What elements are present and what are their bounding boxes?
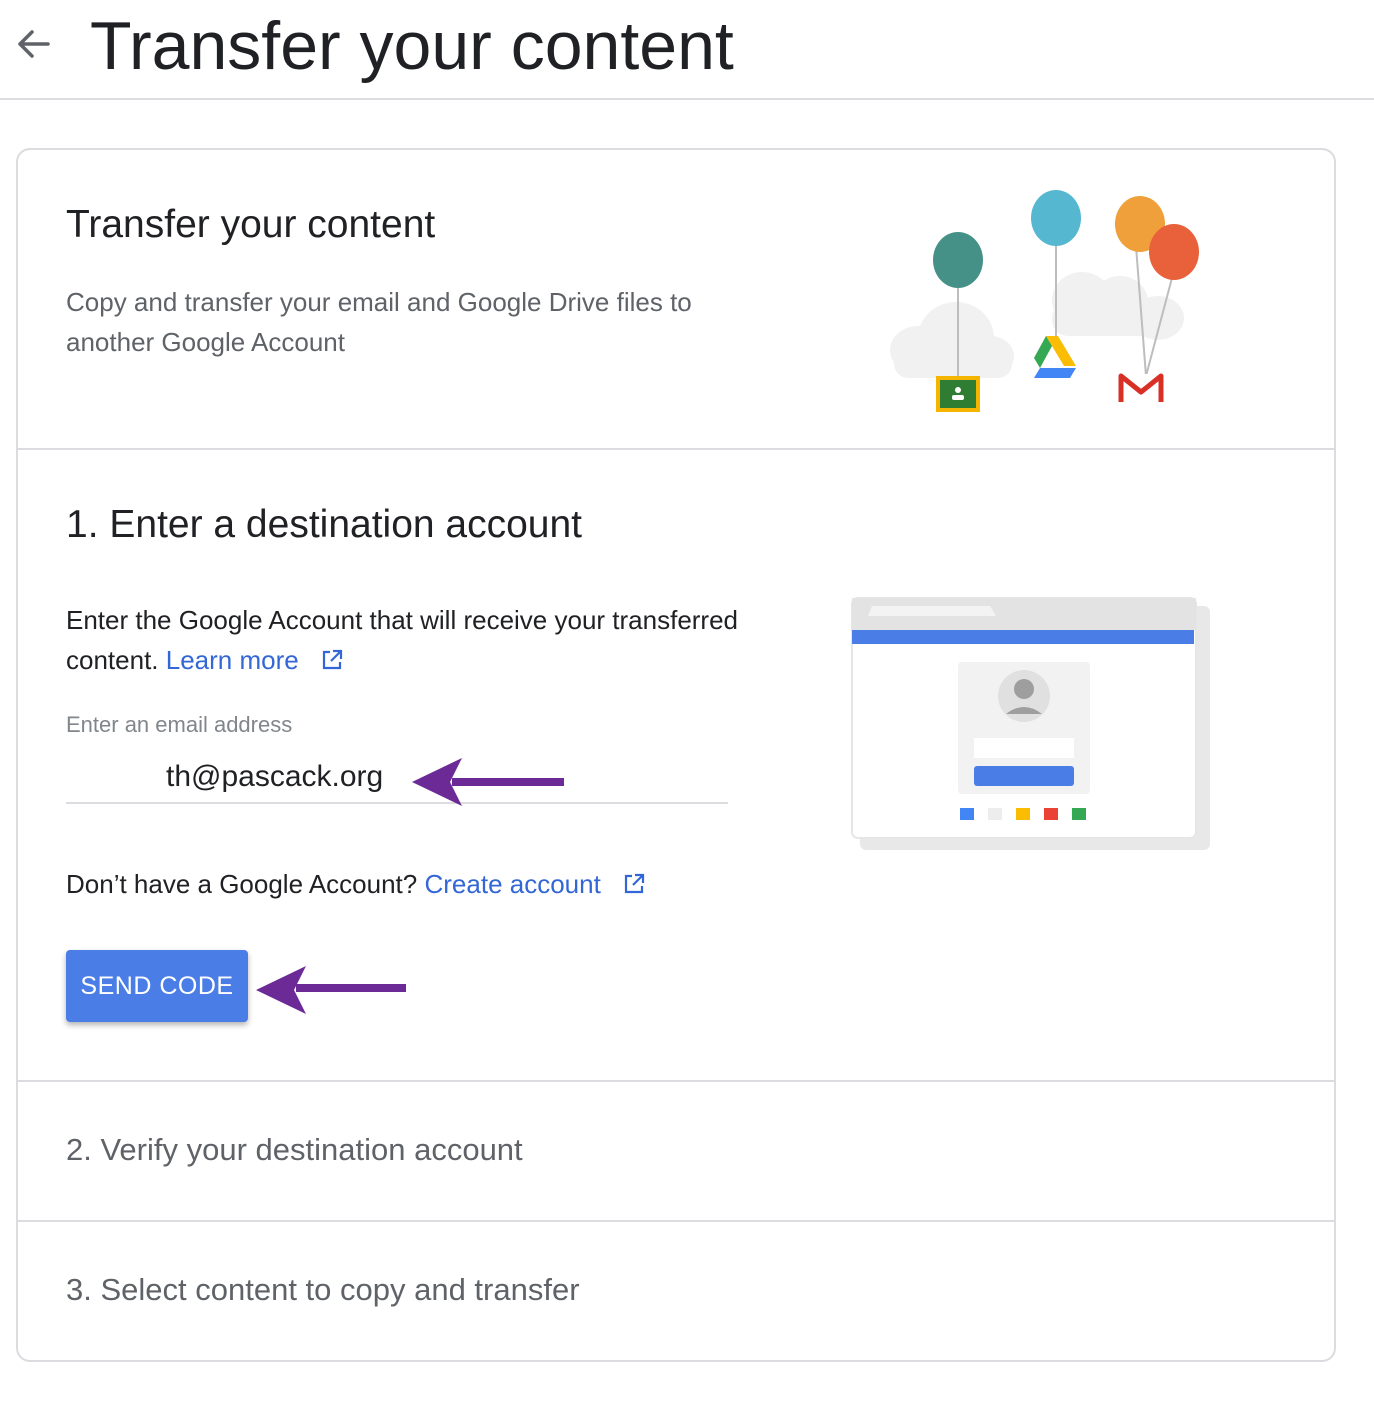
- create-account-link[interactable]: Create account: [424, 869, 600, 899]
- step3-title: 3. Select content to copy and transfer: [66, 1272, 580, 1307]
- intro-description: Copy and transfer your email and Google …: [66, 287, 692, 357]
- step1-description: Enter the Google Account that will recei…: [66, 600, 766, 680]
- annotation-arrow-icon: [256, 966, 406, 1014]
- transfer-card: Transfer your content Copy and transfer …: [16, 148, 1336, 1362]
- no-account-text: Don’t have a Google Account?: [66, 869, 418, 899]
- balloons-illustration: [890, 190, 1199, 412]
- page-title: Transfer your content: [90, 8, 734, 84]
- intro-section: Transfer your content Copy and transfer …: [18, 150, 1334, 450]
- open-in-new-icon[interactable]: [622, 872, 646, 896]
- step1-title: 1. Enter a destination account: [66, 503, 583, 546]
- account-browser-illustration: [851, 597, 1210, 850]
- learn-more-link[interactable]: Learn more: [166, 645, 299, 675]
- intro-title: Transfer your content: [66, 203, 436, 246]
- open-in-new-icon[interactable]: [320, 648, 344, 672]
- send-code-button[interactable]: SEND CODE: [66, 950, 248, 1022]
- step3-section[interactable]: 3. Select content to copy and transfer: [18, 1222, 1334, 1360]
- step2-title: 2. Verify your destination account: [66, 1132, 523, 1167]
- email-field[interactable]: [66, 752, 728, 804]
- step2-section[interactable]: 2. Verify your destination account: [18, 1082, 1334, 1222]
- no-account-line: Don’t have a Google Account? Create acco…: [66, 864, 646, 904]
- step1-section: 1. Enter a destination account Enter the…: [18, 450, 1334, 1082]
- annotation-arrow-icon: [412, 758, 564, 806]
- email-field-label: Enter an email address: [66, 712, 293, 737]
- arrow-back-icon[interactable]: [14, 24, 54, 64]
- top-bar: Transfer your content: [0, 0, 1374, 100]
